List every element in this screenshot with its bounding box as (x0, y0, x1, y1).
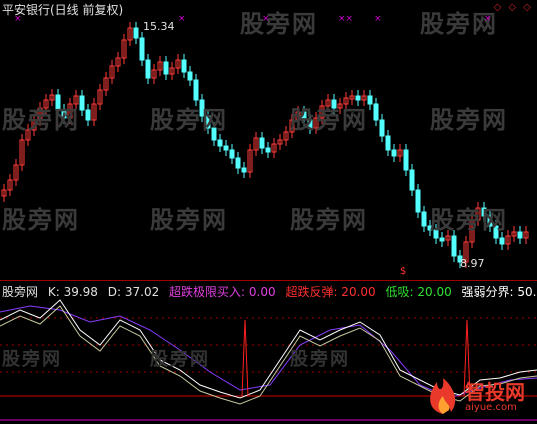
candle-body (217, 139, 223, 147)
candle-body (451, 235, 457, 257)
candle-body (145, 59, 151, 79)
candle-body (187, 71, 193, 81)
pane-divider (0, 280, 537, 281)
candle-body (379, 119, 385, 137)
indicator-name: 股旁网 (2, 285, 39, 299)
candle-body (211, 127, 217, 141)
x-marker-icon: × (484, 14, 492, 24)
rebound-value: 超跌反弹: 20.00 (285, 285, 376, 299)
candle-body (499, 237, 505, 245)
site-logo: 智投网 aiyue.com (421, 372, 531, 420)
candle-body (259, 137, 265, 149)
stock-chart-window: 平安银行(日线 前复权) ◇ ◇ ◇ 股旁网 股旁网 股旁网 股旁网 股旁网 股… (0, 0, 537, 424)
diamond-icon-group[interactable]: ◇ ◇ ◇ (494, 2, 533, 13)
d-value: D: 37.02 (107, 285, 160, 299)
x-marker-icon: × (374, 14, 382, 24)
candle-body (265, 147, 271, 153)
logo-url-text: aiyue.com (465, 402, 517, 413)
candle-body (181, 59, 187, 73)
candle-body (235, 157, 241, 169)
x-marker-icon: × (178, 14, 186, 24)
candle-body (133, 27, 139, 39)
candle-body (481, 207, 487, 217)
candle-body (433, 229, 439, 239)
flame-logo-icon (430, 378, 456, 414)
candle-body (193, 79, 199, 101)
x-marker-icon: ×× (338, 14, 354, 24)
candle-body (205, 115, 211, 129)
chart-canvas[interactable] (0, 0, 537, 424)
candle-body (409, 169, 415, 191)
candle-body (427, 225, 433, 231)
candle-body (199, 99, 205, 117)
candle-body (439, 237, 445, 242)
candle-body (223, 145, 229, 151)
high-price-label: 15.34 (143, 20, 175, 33)
candle-body (355, 95, 361, 101)
low-price-label: 8.97 (460, 257, 485, 270)
candle-body (331, 99, 337, 109)
candle-body (307, 119, 313, 129)
candle-body (493, 225, 499, 239)
candle-body (55, 94, 61, 111)
strength-divide-value: 强弱分界: 50.00 (461, 285, 537, 299)
candle-body (517, 231, 523, 239)
candle-body (241, 167, 247, 173)
x-marker-icon: × (262, 14, 270, 24)
indicator-header: 股旁网 K: 39.98 D: 37.02 超跌极限买入: 0.00 超跌反弹:… (2, 283, 537, 300)
candle-body (79, 95, 85, 111)
low-buy-value: 低吸: 20.00 (385, 285, 452, 299)
candle-body (373, 103, 379, 121)
candle-body (367, 95, 373, 105)
k-value: K: 39.98 (47, 285, 98, 299)
signal-spike (241, 319, 249, 397)
candle-body (421, 211, 427, 227)
super-oversold-value: 超跌极限买入: 0.00 (169, 285, 276, 299)
candle-body (163, 61, 169, 75)
candle-body (415, 189, 421, 213)
x-marker-icon: × (14, 14, 22, 24)
candle-body (487, 215, 493, 227)
candle-body (229, 149, 235, 159)
candle-body (403, 149, 409, 171)
candle-body (85, 109, 91, 121)
candle-body (385, 135, 391, 151)
candle-body (301, 111, 307, 121)
logo-brand-text: 智投网 (465, 380, 525, 404)
candle-body (61, 109, 67, 119)
candle-body (391, 149, 397, 157)
signal-s-icon: $ (400, 266, 407, 277)
candle-body (139, 37, 145, 61)
